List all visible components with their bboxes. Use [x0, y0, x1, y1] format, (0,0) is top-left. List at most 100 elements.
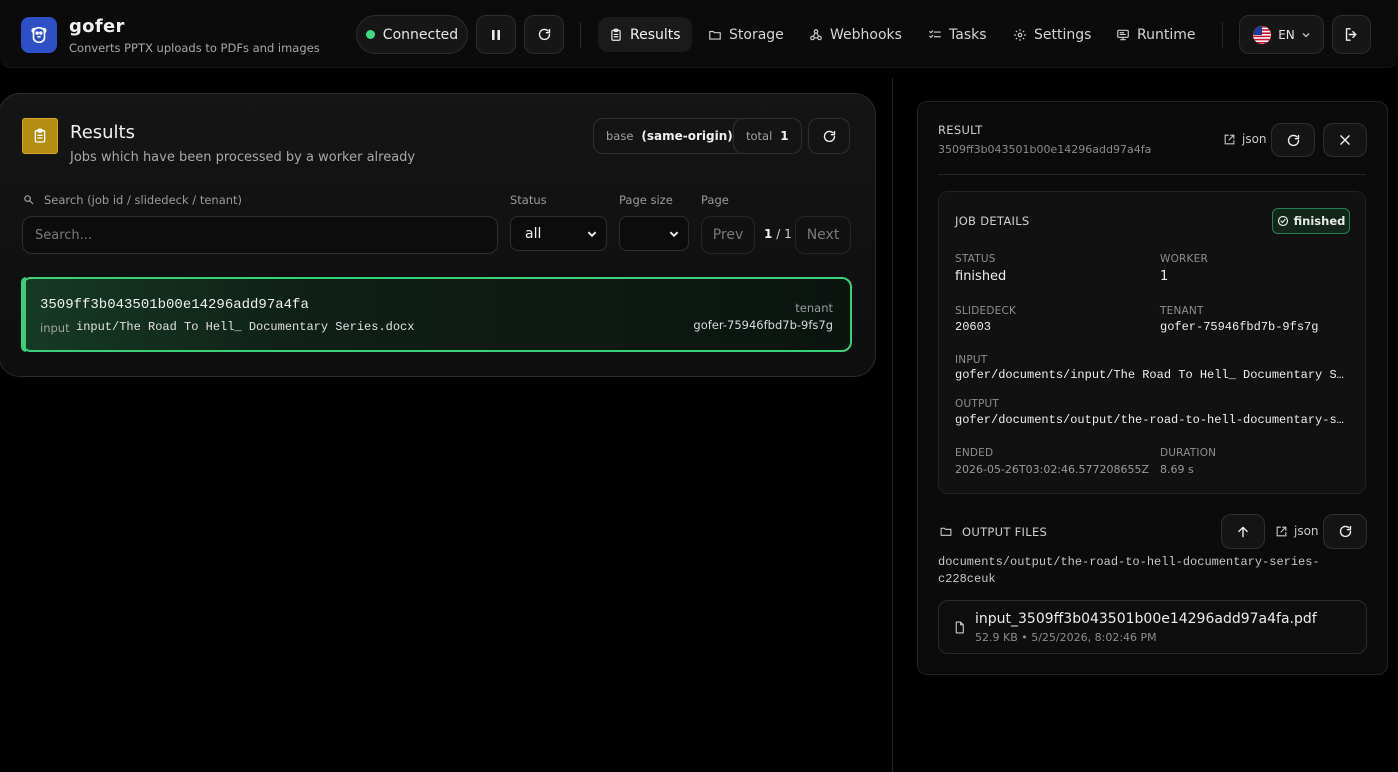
status-badge-label: finished — [1293, 214, 1346, 228]
monitor-icon — [1117, 29, 1129, 40]
connection-status-button[interactable]: Connected — [356, 15, 468, 54]
prev-page-button[interactable]: Prev — [701, 216, 755, 254]
chevron-down-icon — [669, 231, 679, 237]
folder-icon — [940, 527, 952, 536]
external-link-icon — [1276, 526, 1287, 536]
panel-divider — [892, 78, 893, 772]
search-label: Search (job id / slidedeck / tenant) — [44, 193, 243, 207]
nav-tasks-label: Tasks — [949, 26, 987, 43]
results-refresh-button[interactable] — [808, 118, 850, 154]
worker-key: WORKER — [1160, 253, 1208, 265]
page-size-label: Page size — [619, 193, 673, 207]
input-key: INPUT — [955, 354, 988, 366]
status-filter-value: all — [525, 225, 542, 242]
output-json-label: json — [1294, 524, 1319, 538]
close-result-button[interactable] — [1323, 123, 1367, 157]
file-name: input_3509ff3b043501b00e14296add97a4fa.p… — [975, 611, 1317, 627]
slidedeck-key: SLIDEDECK — [955, 305, 1017, 317]
pause-icon — [492, 29, 500, 40]
job-details-card — [938, 191, 1366, 494]
logout-icon — [1345, 28, 1357, 41]
external-link-icon — [1224, 134, 1235, 144]
check-circle-icon — [1277, 215, 1288, 227]
total-chip-key: total — [746, 129, 773, 143]
results-subtitle: Jobs which have been processed by a work… — [70, 150, 416, 165]
upload-button[interactable] — [1221, 514, 1265, 549]
logout-button[interactable] — [1332, 15, 1371, 54]
refresh-icon — [1339, 525, 1351, 538]
nav-storage[interactable]: Storage — [697, 17, 795, 52]
input-value: gofer/documents/input/The Road To Hell_ … — [955, 368, 1347, 382]
page-separator: / — [776, 227, 781, 241]
base-chip-key: base — [606, 129, 634, 143]
result-json-label: json — [1242, 132, 1267, 146]
reload-button[interactable] — [524, 15, 564, 54]
status-value: finished — [955, 269, 1007, 284]
output-refresh-button[interactable] — [1323, 514, 1367, 549]
file-meta: 52.9 KB • 5/25/2026, 8:02:46 PM — [975, 631, 1157, 644]
nav-webhooks[interactable]: Webhooks — [798, 17, 913, 52]
total-chip-value: 1 — [780, 129, 789, 143]
connection-status-label: Connected — [382, 26, 459, 43]
job-input-key: input — [40, 321, 70, 335]
status-key: STATUS — [955, 253, 996, 265]
refresh-icon — [1287, 134, 1299, 146]
search-icon — [24, 195, 34, 205]
job-row[interactable]: 3509ff3b043501b00e14296add97a4fa input i… — [21, 277, 852, 352]
chevron-down-icon — [1302, 32, 1310, 38]
output-json-link[interactable]: json — [1275, 524, 1319, 538]
total-chip: total 1 — [733, 118, 802, 154]
search-input[interactable] — [22, 216, 498, 254]
results-title: Results — [70, 122, 135, 143]
header-divider — [1222, 22, 1223, 48]
nav-storage-label: Storage — [729, 26, 784, 43]
output-file-item[interactable]: input_3509ff3b043501b00e14296add97a4fa.p… — [938, 600, 1367, 654]
result-refresh-button[interactable] — [1271, 123, 1315, 157]
pause-button[interactable] — [476, 15, 516, 54]
output-value: gofer/documents/output/the-road-to-hell-… — [955, 413, 1347, 427]
nav-results-label: Results — [630, 26, 681, 43]
status-filter-select[interactable]: all — [510, 216, 607, 251]
language-label: EN — [1278, 27, 1295, 42]
refresh-icon — [538, 28, 550, 41]
top-header: gofer Converts PPTX uploads to PDFs and … — [0, 0, 1398, 68]
folder-icon — [709, 30, 721, 40]
clipboard-icon — [611, 28, 621, 41]
results-panel-icon — [22, 118, 58, 154]
nav-settings[interactable]: Settings — [1002, 17, 1102, 52]
app-logo[interactable] — [21, 17, 57, 53]
chevron-down-icon — [587, 231, 597, 237]
nav-results[interactable]: Results — [598, 17, 692, 52]
base-chip: base (same-origin) — [593, 118, 746, 154]
base-chip-value: (same-origin) — [641, 129, 733, 143]
output-path: documents/output/the-road-to-hell-docume… — [938, 555, 1320, 586]
nav-runtime[interactable]: Runtime — [1105, 17, 1206, 52]
app-subtitle: Converts PPTX uploads to PDFs and images — [69, 41, 320, 55]
page-current: 1 — [764, 227, 773, 241]
page-size-select[interactable] — [619, 216, 689, 251]
close-icon — [1340, 135, 1350, 145]
result-heading: RESULT — [938, 123, 983, 137]
status-filter-label: Status — [510, 193, 547, 207]
us-flag-icon — [1253, 25, 1272, 44]
page-total: 1 — [784, 227, 792, 241]
result-job-id: 3509ff3b043501b00e14296add97a4fa — [938, 143, 1152, 156]
nav-settings-label: Settings — [1034, 26, 1092, 43]
next-page-button[interactable]: Next — [795, 216, 851, 254]
worker-value: 1 — [1160, 269, 1169, 284]
job-details-heading: JOB DETAILS — [955, 214, 1030, 228]
arrow-up-icon — [1238, 526, 1248, 537]
header-divider — [580, 22, 581, 48]
job-tenant-key: tenant — [795, 301, 833, 315]
result-json-link[interactable]: json — [1223, 132, 1267, 146]
nav-runtime-label: Runtime — [1137, 26, 1196, 43]
job-id: 3509ff3b043501b00e14296add97a4fa — [40, 297, 309, 313]
nav-tasks[interactable]: Tasks — [917, 17, 998, 52]
webhook-icon — [810, 28, 822, 40]
job-input-value: input/The Road To Hell_ Documentary Seri… — [76, 320, 415, 334]
result-header-divider — [938, 174, 1366, 175]
gopher-logo-icon — [31, 26, 47, 44]
tenant-key: TENANT — [1160, 305, 1204, 317]
language-select[interactable]: EN — [1239, 15, 1324, 54]
output-files-heading: OUTPUT FILES — [962, 525, 1048, 539]
